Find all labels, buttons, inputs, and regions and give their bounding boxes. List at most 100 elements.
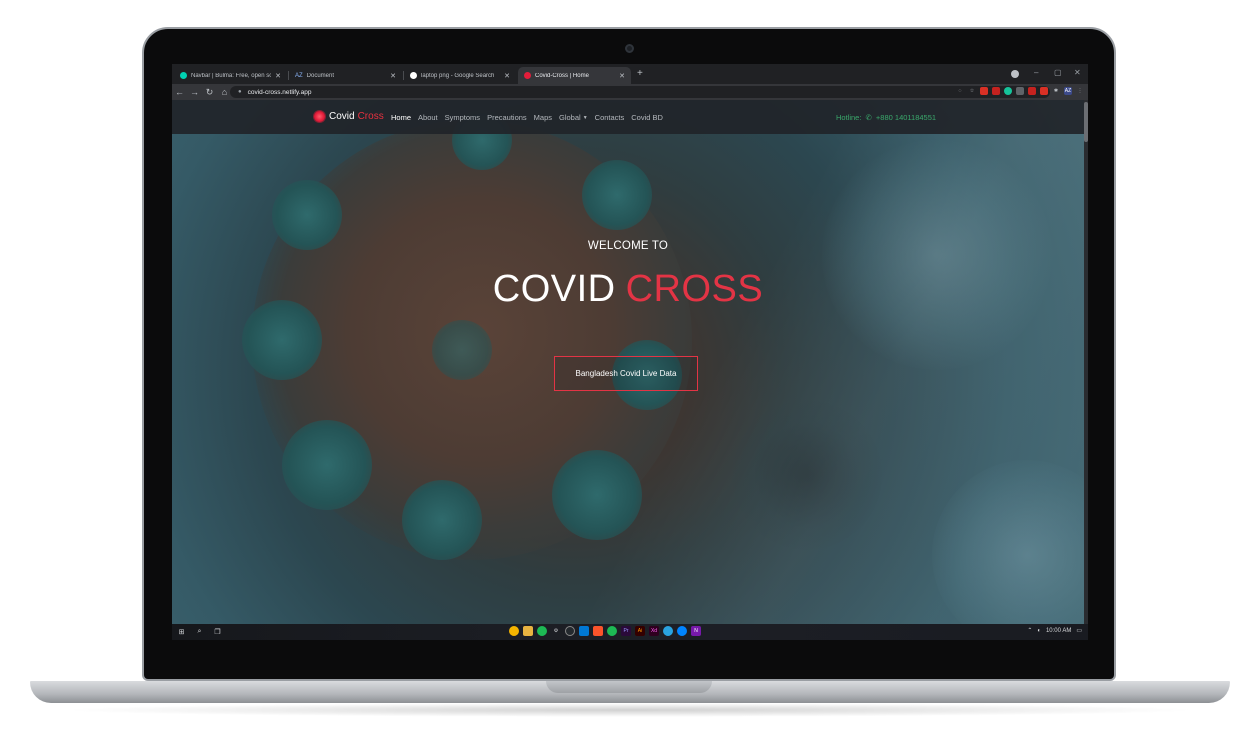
adblock-icon[interactable] xyxy=(1028,87,1036,95)
tab-title: Covid-Cross | Home xyxy=(535,72,589,79)
google-favicon-icon xyxy=(410,72,417,79)
tab-title: Navbar | Bulma: Free, open sou xyxy=(191,72,272,79)
nav-menu: Home About Symptoms Precautions Maps Glo… xyxy=(391,113,663,122)
tab-google-search[interactable]: laptop png - Google Search ✕ xyxy=(404,67,516,84)
menu-dots-icon[interactable]: ⋮ xyxy=(1076,87,1084,95)
speaker-icon[interactable]: ◐ xyxy=(1037,628,1041,634)
illustrator-icon[interactable]: Ai xyxy=(635,626,645,636)
nav-about[interactable]: About xyxy=(418,113,438,122)
covid-cross-homepage: Covid Cross Home About Symptoms Precauti… xyxy=(172,100,1084,624)
nav-covid-bd[interactable]: Covid BD xyxy=(631,113,663,122)
scrollbar-thumb[interactable] xyxy=(1084,102,1088,142)
windows-taskbar: ⊞ ⌕ ❐ ⚙ Pr Ai Xd N ⌃ ◐ 10:00 AM ▭ xyxy=(172,624,1088,640)
taskbar-left: ⊞ ⌕ ❐ xyxy=(176,626,223,637)
laptop-shadow xyxy=(60,703,1200,717)
nav-precautions[interactable]: Precautions xyxy=(487,113,527,122)
chrome-icon[interactable] xyxy=(509,626,519,636)
taskbar-clock[interactable]: 10:00 AM xyxy=(1046,628,1071,634)
hero-title: COVID CROSS xyxy=(172,268,1084,311)
settings-gear-icon[interactable]: ⚙ xyxy=(551,626,561,636)
close-tab-icon[interactable]: ✕ xyxy=(619,72,625,80)
maximize-button[interactable]: ▢ xyxy=(1054,68,1062,77)
tab-document[interactable]: AZ Document ✕ xyxy=(289,67,402,84)
virus-spike xyxy=(432,320,492,380)
page-scrollbar[interactable] xyxy=(1084,100,1088,624)
extensions-row: ◌ ☆ ✱ AZ ⋮ xyxy=(956,87,1084,95)
lock-icon: ● xyxy=(238,89,242,95)
messenger-icon[interactable] xyxy=(677,626,687,636)
minimize-button[interactable]: – xyxy=(1034,68,1038,77)
file-explorer-icon[interactable] xyxy=(523,626,533,636)
nav-contacts[interactable]: Contacts xyxy=(595,113,625,122)
close-tab-icon[interactable]: ✕ xyxy=(275,72,281,80)
profile-icon[interactable]: AZ xyxy=(1064,87,1072,95)
address-bar[interactable]: ● covid-cross.netlify.app xyxy=(230,86,1050,98)
virus-spike xyxy=(582,160,652,230)
virus-spike xyxy=(242,300,322,380)
windows-start-icon[interactable]: ⊞ xyxy=(176,626,187,637)
hotline-number: +880 1401184551 xyxy=(875,113,937,122)
brave-icon[interactable] xyxy=(593,626,603,636)
virus-logo-icon xyxy=(314,111,325,122)
github-icon[interactable] xyxy=(565,626,575,636)
puzzle-icon[interactable]: ✱ xyxy=(1052,87,1060,95)
browser-toolbar: ← → ↻ ⌂ ● covid-cross.netlify.app ◌ ☆ ✱ … xyxy=(172,84,1088,100)
back-arrow-icon[interactable]: ← xyxy=(172,87,187,97)
star-icon[interactable]: ☆ xyxy=(968,87,976,95)
tab-title: Document xyxy=(306,72,335,79)
tab-title: laptop png - Google Search xyxy=(421,72,495,79)
bulma-favicon-icon xyxy=(180,72,187,79)
phone-icon: ✆ xyxy=(865,113,872,122)
reload-icon[interactable]: ↻ xyxy=(202,87,217,98)
premiere-icon[interactable]: Pr xyxy=(621,626,631,636)
close-tab-icon[interactable]: ✕ xyxy=(390,72,396,80)
tray-chevron-icon[interactable]: ⌃ xyxy=(1027,627,1032,634)
taskbar-apps: ⚙ Pr Ai Xd N xyxy=(509,626,701,636)
close-window-button[interactable]: ✕ xyxy=(1074,68,1081,77)
hero-welcome-text: WELCOME TO xyxy=(587,240,669,252)
nav-home[interactable]: Home xyxy=(391,113,411,122)
hotline[interactable]: Hotline: ✆ +880 1401184551 xyxy=(836,113,936,122)
virus-spike xyxy=(402,480,482,560)
nav-symptoms[interactable]: Symptoms xyxy=(445,113,480,122)
forward-arrow-icon[interactable]: → xyxy=(187,87,202,97)
bangladesh-live-data-button[interactable]: Bangladesh Covid Live Data xyxy=(554,356,698,391)
spotify-icon[interactable] xyxy=(537,626,547,636)
onenote-icon[interactable]: N xyxy=(691,626,701,636)
xd-icon[interactable]: Xd xyxy=(649,626,659,636)
nav-global-dropdown[interactable]: Global ▼ xyxy=(559,113,588,122)
profile-indicator-icon[interactable] xyxy=(1011,70,1019,78)
red-extension-2-icon[interactable] xyxy=(1040,87,1048,95)
close-tab-icon[interactable]: ✕ xyxy=(504,72,510,80)
extension-icon[interactable] xyxy=(1016,87,1024,95)
browser-tab-strip: Navbar | Bulma: Free, open sou ✕ AZ Docu… xyxy=(172,64,1088,84)
spotify-alt-icon[interactable] xyxy=(607,626,617,636)
system-tray: ⌃ ◐ 10:00 AM ▭ xyxy=(1027,627,1082,635)
pdf-extension-icon[interactable] xyxy=(992,87,1000,95)
telegram-icon[interactable] xyxy=(663,626,673,636)
red-extension-icon[interactable] xyxy=(980,87,988,95)
laptop-mockup: Navbar | Bulma: Free, open sou ✕ AZ Docu… xyxy=(0,0,1260,756)
laptop-opening-notch xyxy=(546,681,712,693)
hotline-label: Hotline: xyxy=(836,113,862,122)
new-tab-button[interactable]: + xyxy=(637,68,643,79)
caret-down-icon: ▼ xyxy=(582,115,588,121)
site-logo[interactable]: Covid Cross xyxy=(314,111,384,122)
tab-bulma[interactable]: Navbar | Bulma: Free, open sou ✕ xyxy=(174,67,287,84)
search-icon[interactable]: ⌕ xyxy=(194,626,205,637)
nav-global-label: Global xyxy=(559,113,581,122)
coronavirus-hero-image xyxy=(242,110,692,560)
brand-name-primary: Covid xyxy=(329,111,355,122)
task-view-icon[interactable]: ❐ xyxy=(212,626,223,637)
eye-off-icon[interactable]: ◌ xyxy=(956,87,964,95)
nav-maps[interactable]: Maps xyxy=(534,113,552,122)
virus-spike xyxy=(552,450,642,540)
brand-name-accent: Cross xyxy=(357,111,384,122)
notifications-icon[interactable]: ▭ xyxy=(1076,627,1082,634)
webcam xyxy=(625,44,634,53)
covid-favicon-icon xyxy=(524,72,531,79)
grammarly-icon[interactable] xyxy=(1004,87,1012,95)
url-text: covid-cross.netlify.app xyxy=(247,88,312,96)
tab-covid-cross[interactable]: Covid-Cross | Home ✕ xyxy=(518,67,631,84)
vscode-icon[interactable] xyxy=(579,626,589,636)
